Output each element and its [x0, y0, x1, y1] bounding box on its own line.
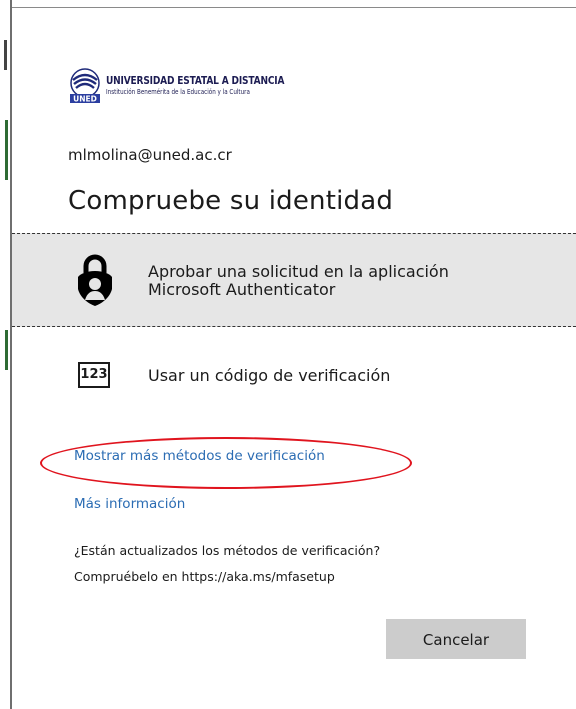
- dialog-top-border: [12, 7, 576, 8]
- uned-logo: UNED UNIVERSIDAD ESTATAL A DISTANCIA Ins…: [68, 68, 308, 104]
- university-tagline: Institución Benemérita de la Educación y…: [106, 88, 250, 96]
- uned-seal-icon: UNED: [70, 68, 100, 104]
- account-email: mlmolina@uned.ac.cr: [68, 146, 232, 164]
- dialog-border: [10, 0, 12, 709]
- background-window-edge: [4, 40, 7, 70]
- background-window-edge: [5, 120, 8, 180]
- page-title: Compruebe su identidad: [68, 186, 394, 216]
- option-authenticator-approval[interactable]: Aprobar una solicitud en la aplicación M…: [12, 233, 576, 327]
- option-verification-code[interactable]: 123 Usar un código de verificación: [68, 356, 568, 396]
- methods-updated-question: ¿Están actualizados los métodos de verif…: [74, 543, 381, 558]
- svg-text:UNED: UNED: [73, 95, 97, 104]
- mfa-setup-notice: Compruébelo en https://aka.ms/mfasetup: [74, 569, 335, 584]
- verification-code-option-label: Usar un código de verificación: [148, 366, 391, 385]
- more-info-link[interactable]: Más información: [74, 496, 185, 512]
- authenticator-option-label: Aprobar una solicitud en la aplicación M…: [148, 262, 449, 299]
- numeric-code-icon: 123: [78, 362, 110, 388]
- authenticator-lock-icon: [78, 254, 112, 306]
- more-verification-methods-link[interactable]: Mostrar más métodos de verificación: [74, 448, 325, 464]
- university-name: UNIVERSIDAD ESTATAL A DISTANCIA: [106, 74, 285, 87]
- cancel-button[interactable]: Cancelar: [386, 619, 526, 659]
- background-window-edge: [5, 330, 8, 370]
